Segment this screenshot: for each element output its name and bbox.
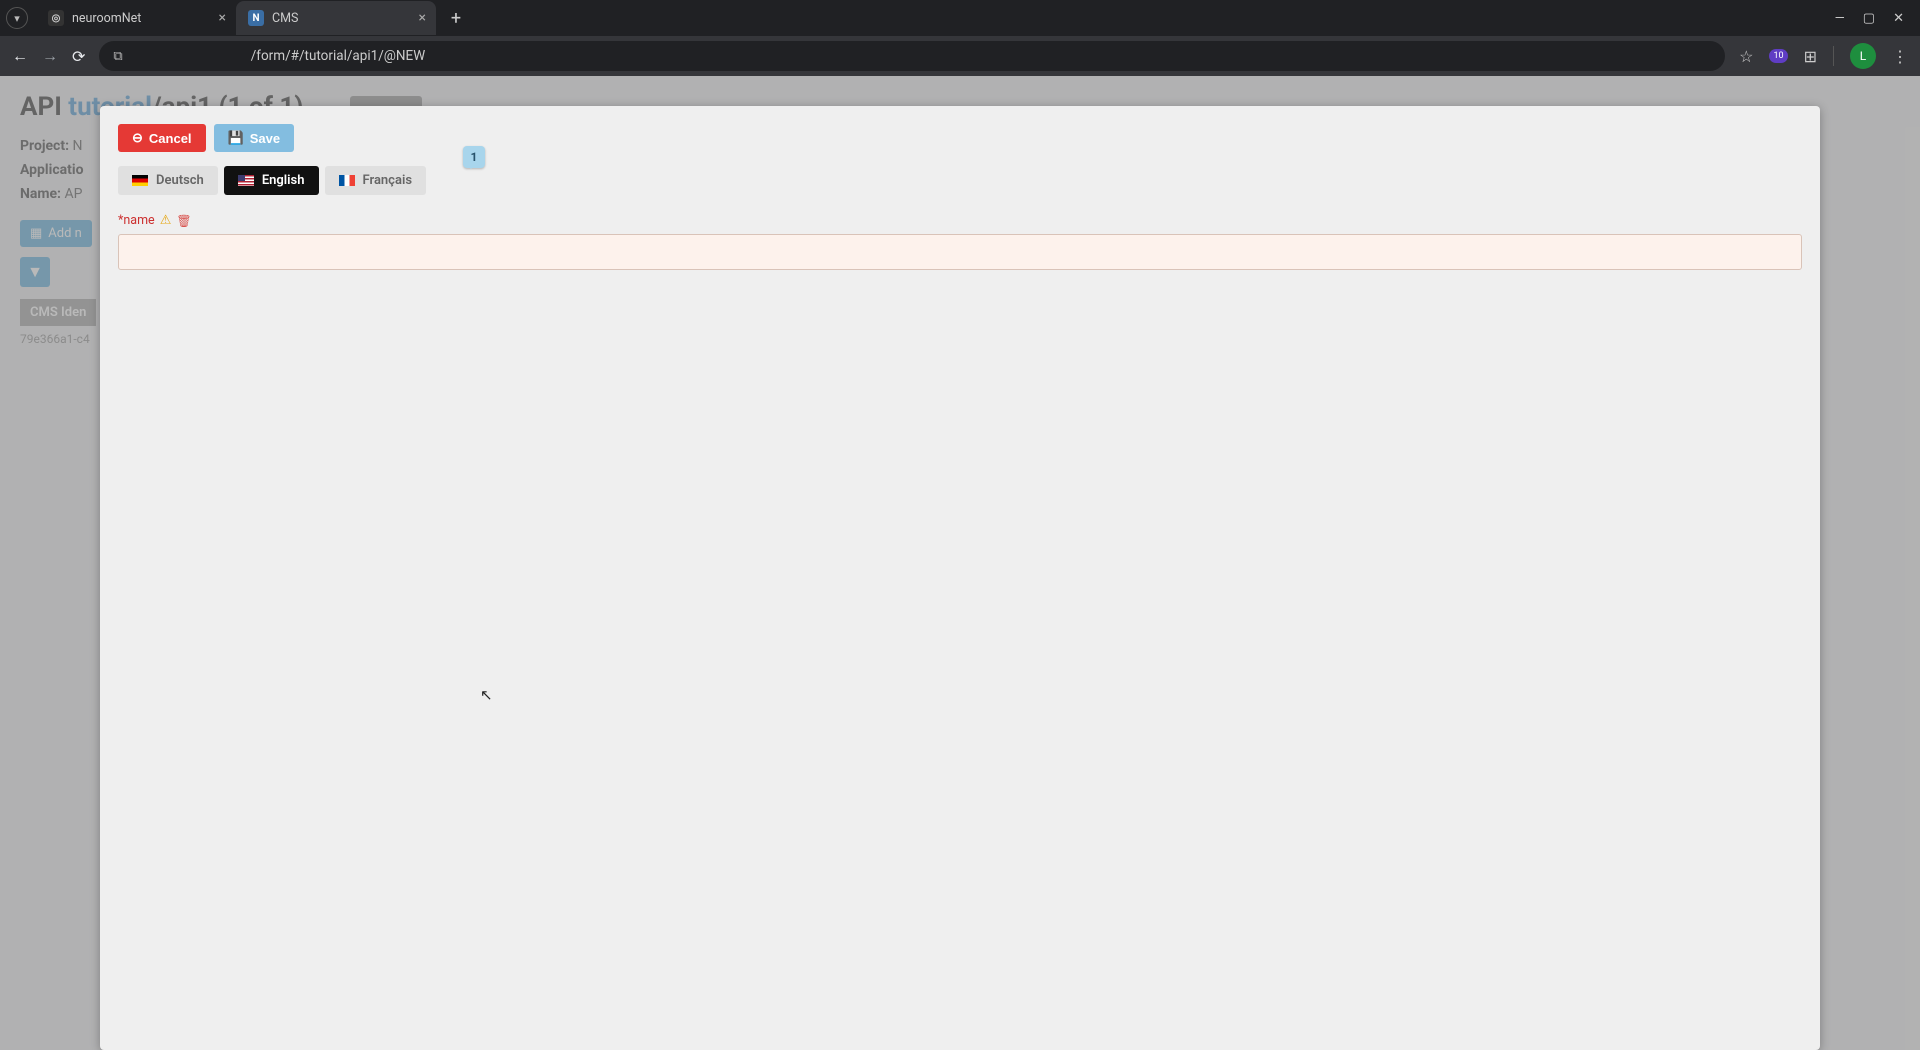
cancel-icon: ⊖ — [132, 130, 143, 146]
maximize-icon[interactable]: ▢ — [1863, 11, 1875, 26]
lang-label: Français — [363, 173, 413, 188]
modal-actions: ⊖ Cancel 💾 Save — [118, 124, 1802, 152]
lang-tab-francais[interactable]: Français — [325, 166, 427, 195]
name-input[interactable] — [118, 234, 1802, 270]
url-suffix: /form/#/tutorial/api1/@NEW — [251, 48, 426, 64]
tab-cms[interactable]: N CMS × — [236, 1, 436, 35]
cancel-label: Cancel — [149, 131, 192, 146]
extensions-icon[interactable]: ⊞ — [1804, 47, 1817, 66]
modal-overlay[interactable]: ⊖ Cancel 💾 Save 1 Deutsch English França… — [0, 76, 1920, 1050]
extensions-badge[interactable]: 10 — [1769, 49, 1787, 63]
new-tab-button[interactable]: + — [442, 4, 470, 32]
flag-fr-icon — [339, 175, 355, 186]
tab-title: neuroomNet — [72, 11, 141, 26]
tab-search-button[interactable]: ▾ — [6, 7, 28, 29]
forward-button[interactable]: → — [42, 46, 58, 66]
profile-avatar[interactable]: L — [1850, 43, 1876, 69]
separator — [1833, 46, 1834, 66]
warning-icon: ⚠ — [160, 213, 172, 228]
trash-icon[interactable]: 🗑 — [176, 214, 191, 228]
lang-label: English — [262, 173, 305, 188]
address-field[interactable]: ⧉ /form/#/tutorial/api1/@NEW — [99, 41, 1725, 71]
favicon-neuroomnet: ◎ — [48, 10, 64, 26]
close-tab-icon[interactable]: × — [219, 10, 226, 26]
favicon-cms: N — [248, 10, 264, 26]
site-info-icon[interactable]: ⧉ — [113, 49, 122, 64]
language-tabs: 1 Deutsch English Français — [118, 166, 1802, 195]
minimize-icon[interactable]: — — [1835, 11, 1845, 26]
lang-label: Deutsch — [156, 173, 204, 188]
back-button[interactable]: ← — [12, 46, 28, 66]
close-window-icon[interactable]: ✕ — [1893, 11, 1904, 26]
language-badge: 1 — [463, 146, 485, 168]
browser-tab-strip: ▾ ◎ neuroomNet × N CMS × + — ▢ ✕ — [0, 0, 1920, 36]
cancel-button[interactable]: ⊖ Cancel — [118, 124, 206, 152]
tab-title: CMS — [272, 11, 298, 26]
window-controls: — ▢ ✕ — [1825, 11, 1914, 26]
flag-us-icon — [238, 175, 254, 186]
lang-tab-english[interactable]: English — [224, 166, 319, 195]
name-label-text: *name — [118, 213, 155, 228]
save-label: Save — [250, 131, 280, 146]
save-icon: 💾 — [228, 130, 244, 146]
bookmark-star-icon[interactable]: ☆ — [1739, 47, 1753, 66]
modal-dialog: ⊖ Cancel 💾 Save 1 Deutsch English França… — [100, 106, 1820, 1050]
address-toolbar: ← → ⟳ ⧉ /form/#/tutorial/api1/@NEW ☆ 10 … — [0, 36, 1920, 76]
name-field-label: *name ⚠ 🗑 — [118, 213, 1802, 228]
save-button[interactable]: 💾 Save — [214, 124, 295, 152]
reload-button[interactable]: ⟳ — [72, 47, 85, 66]
cursor-icon: ↖ — [480, 686, 493, 704]
flag-de-icon — [132, 175, 148, 186]
tab-neuroomnet[interactable]: ◎ neuroomNet × — [36, 1, 236, 35]
lang-tab-deutsch[interactable]: Deutsch — [118, 166, 218, 195]
close-tab-icon[interactable]: × — [419, 10, 426, 26]
browser-menu-icon[interactable]: ⋮ — [1892, 47, 1908, 66]
